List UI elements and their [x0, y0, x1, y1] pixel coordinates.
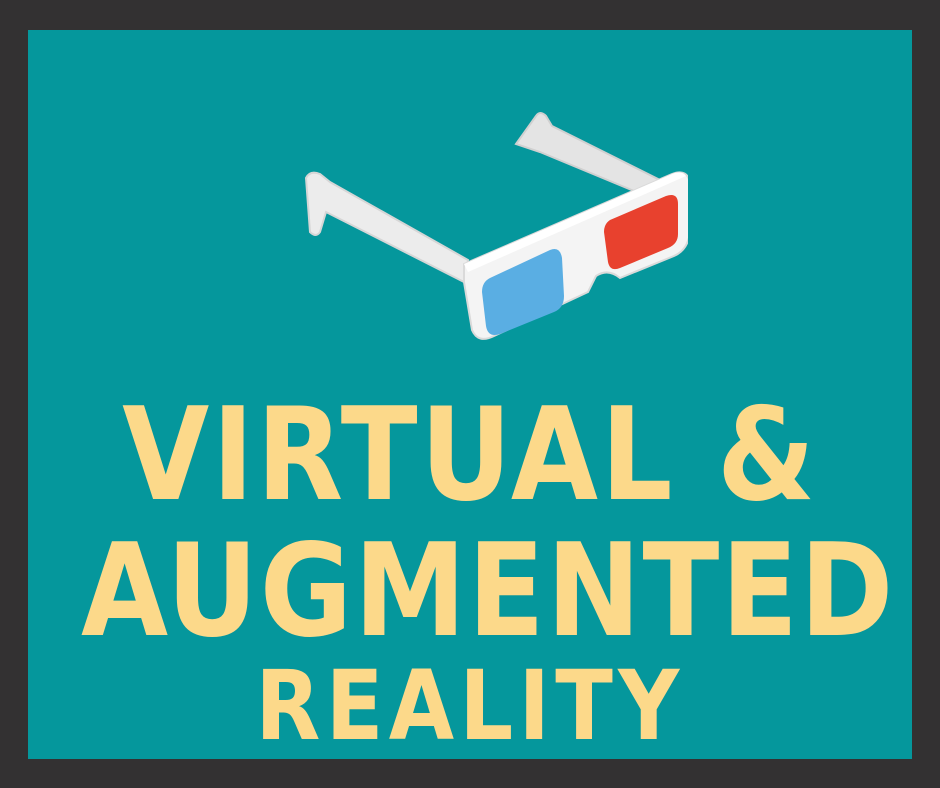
poster-frame: VIRTUAL & AUGMENTED REALITY [0, 0, 940, 788]
title-line-reality: REALITY [255, 650, 685, 762]
poster-panel: VIRTUAL & AUGMENTED REALITY [28, 30, 912, 759]
title-line-augmented: AUGMENTED [81, 517, 896, 666]
3d-glasses-icon [304, 112, 688, 340]
title-line-virtual: VIRTUAL & [122, 381, 818, 530]
